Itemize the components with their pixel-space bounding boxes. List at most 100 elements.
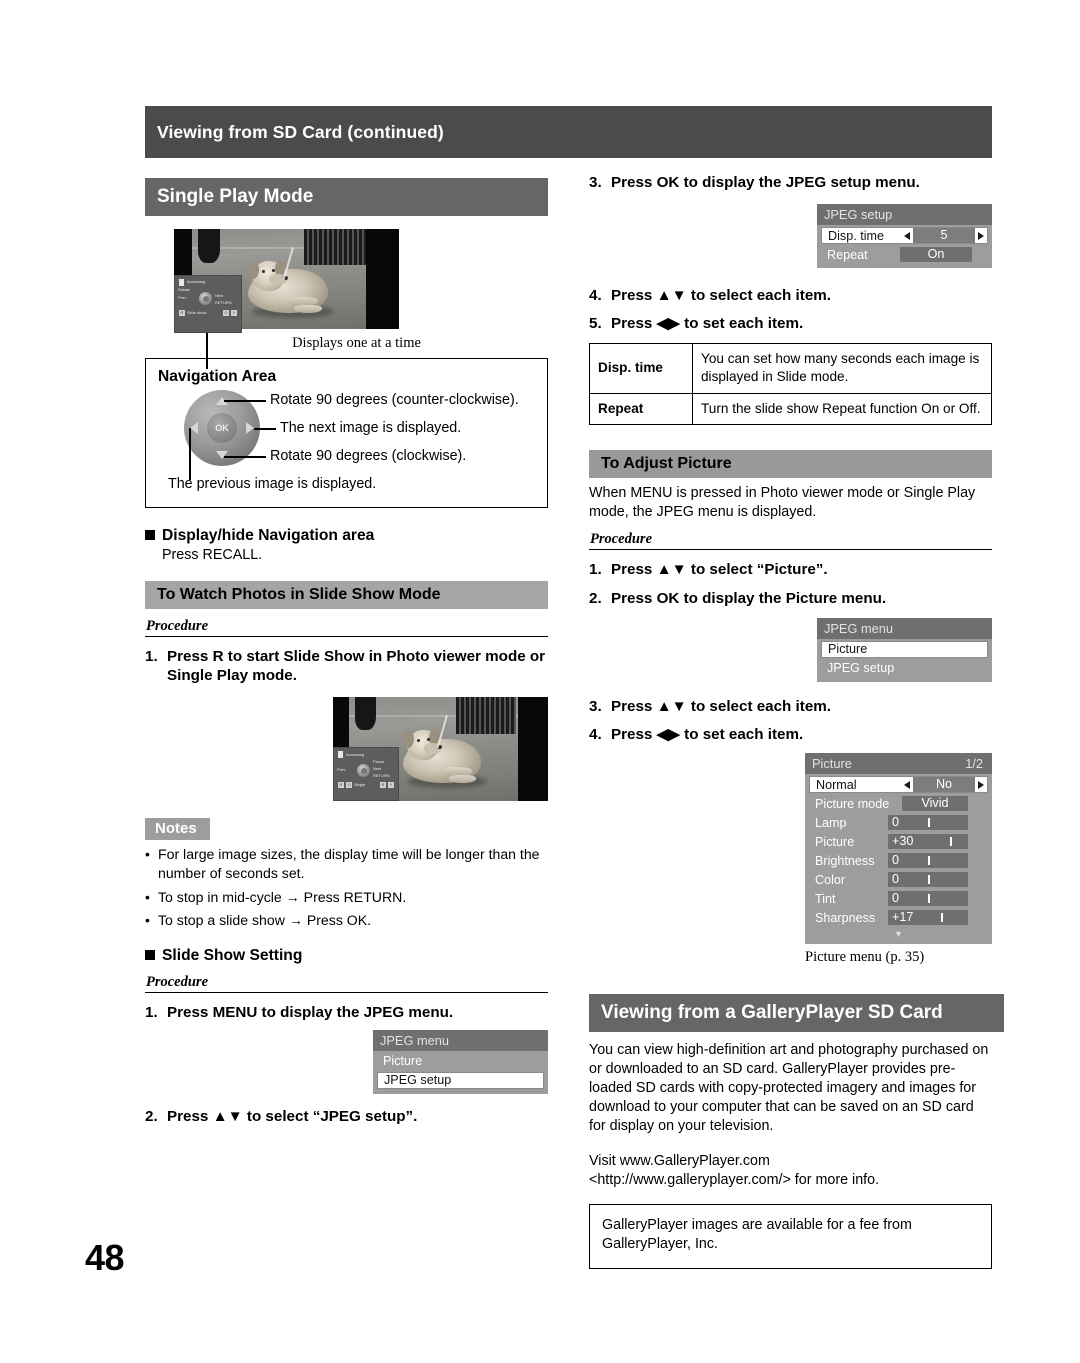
slider-thumb — [950, 837, 953, 846]
osd-row-picture-mode[interactable]: Picture mode Vivid — [809, 795, 988, 812]
leader-down — [224, 456, 266, 458]
osd-dpad-icon — [357, 764, 370, 778]
step-number: 3. — [589, 697, 602, 715]
display-hide-body: Press RECALL. — [162, 547, 263, 564]
slider-thumb — [928, 875, 930, 884]
jpeg-setup-step-5: 5. Press ◀▶ to set each item. — [589, 314, 992, 333]
osd-key-row: R Slide show G Y — [175, 310, 241, 319]
left-arrow-icon[interactable] — [904, 231, 910, 240]
figure-caption-picture-menu: Picture menu (p. 35) — [805, 949, 925, 965]
left-arrow-icon[interactable] — [904, 780, 910, 789]
gallery-player-visit-line-1: Visit www.GalleryPlayer.com — [589, 1153, 770, 1170]
bullet-dot-icon: • — [145, 912, 150, 929]
navigation-area-title: Navigation Area — [158, 368, 277, 386]
adjust-picture-step-3: 3. Press ▲▼ to select each item. — [589, 697, 992, 716]
note-item: • To stop a slide show → Press OK. — [145, 911, 548, 930]
step-text: Press ▲▼ to select each item. — [611, 287, 832, 305]
right-column: 3. Press OK to display the JPEG setup me… — [589, 173, 1004, 1269]
osd-title: JPEG setup — [817, 204, 992, 226]
step-number: 2. — [589, 589, 602, 607]
osd-dpad-region: Rotate Prev. Next RETURN — [175, 288, 241, 310]
osd-row-lamp[interactable]: Lamp 0 — [809, 814, 988, 831]
dpad-ok-label: OK — [207, 413, 237, 444]
osd-menu-item-picture[interactable]: Picture — [377, 1052, 544, 1070]
step-number: 3. — [589, 174, 602, 191]
osd-row-repeat[interactable]: Repeat On — [821, 246, 988, 264]
jpeg-setup-step-3: 3. Press OK to display the JPEG setup me… — [589, 173, 992, 192]
osd-row-picture[interactable]: Picture +30 — [809, 833, 988, 850]
osd-menu-item-picture[interactable]: Picture — [821, 640, 988, 658]
osd-jpeg-setup[interactable]: JPEG setup Disp. time 5 Repeat On — [817, 204, 992, 269]
table-row: Disp. time You can set how many seconds … — [589, 343, 992, 394]
osd-key-g: G — [223, 310, 229, 317]
display-hide-heading: Display/hide Navigation area — [145, 527, 548, 545]
osd-row-normal[interactable]: Normal No — [809, 776, 988, 793]
osd-return-label: RETURN — [215, 300, 232, 306]
osd-row-disp-time[interactable]: Disp. time 5 — [821, 227, 988, 245]
step-number: 5. — [589, 315, 602, 333]
section-header-slide-show: To Watch Photos in Slide Show Mode — [145, 581, 548, 610]
osd-item-label: Tint — [815, 891, 836, 906]
osd-item-label: Normal — [816, 777, 857, 792]
figure-caption-single-play: Displays one at a time — [292, 335, 421, 352]
osd-menu-item-jpeg-setup[interactable]: JPEG setup — [377, 1071, 544, 1089]
osd-slider-sharpness[interactable]: +17 — [888, 910, 968, 925]
table-cell-key: Repeat — [589, 392, 693, 426]
osd-jpeg-menu-right[interactable]: JPEG menu Picture JPEG setup — [817, 617, 992, 682]
osd-item-label: JPEG setup — [827, 661, 895, 676]
osd-picture-menu[interactable]: Picture 1/2 Normal No Picture mode Vivid… — [805, 753, 992, 944]
osd-slider-color[interactable]: 0 — [888, 872, 968, 887]
osd-prev-label: Prev. — [337, 767, 347, 773]
slide-show-setting-step-1: 1. Press MENU to display the JPEG menu. — [145, 1003, 548, 1022]
osd-row-tint[interactable]: Tint 0 — [809, 890, 988, 907]
osd-item-value: No — [913, 777, 975, 792]
osd-next-label: Next — [215, 293, 224, 299]
procedure-label-slide-show: Procedure — [145, 609, 548, 638]
osd-item-label: Brightness — [815, 853, 875, 868]
osd-row-sharpness[interactable]: Sharpness +17 — [809, 909, 988, 926]
page-number: 48 — [85, 1237, 125, 1278]
document-icon — [179, 279, 184, 287]
osd-slider-brightness[interactable]: 0 — [888, 853, 968, 868]
navigation-down-text: Rotate 90 degrees (clockwise). — [270, 448, 467, 465]
osd-item-label: Color — [815, 872, 846, 887]
osd-menu-item-jpeg-setup[interactable]: JPEG setup — [821, 659, 988, 677]
note-text: To stop in mid-cycle → Press RETURN. — [158, 888, 407, 905]
osd-slider-lamp[interactable]: 0 — [888, 815, 968, 830]
osd-slider-picture[interactable]: +30 — [888, 834, 968, 849]
osd-item-value: 0 — [892, 891, 900, 905]
osd-key-r: R — [179, 310, 185, 317]
osd-item-value: +30 — [892, 834, 914, 848]
osd-row-color[interactable]: Color 0 — [809, 871, 988, 888]
section-header-adjust-picture: To Adjust Picture — [589, 450, 992, 479]
osd-item-label: Picture — [815, 834, 855, 849]
right-arrow-icon[interactable] — [978, 231, 984, 240]
left-column: Single Play Mode Accessing Rotate Prev. … — [145, 178, 548, 1126]
osd-slider-tint[interactable]: 0 — [888, 891, 968, 906]
osd-more-indicator[interactable]: ▼ — [805, 929, 992, 939]
dpad-right-arrow-icon — [246, 422, 254, 435]
osd-item-label: Picture — [828, 642, 868, 657]
osd-status-label: Accessing — [346, 751, 365, 757]
slide-show-setting-title: Slide Show Setting — [162, 946, 303, 964]
procedure-label-adjust-picture: Procedure — [589, 522, 992, 551]
osd-jpeg-menu-left[interactable]: JPEG menu Picture JPEG setup — [373, 1029, 548, 1094]
step-number: 1. — [145, 1003, 158, 1021]
slide-show-setting-step-2: 2. Press ▲▼ to select “JPEG setup”. — [145, 1107, 548, 1126]
osd-key-r: R — [338, 782, 344, 789]
step-text: Press ◀▶ to set each item. — [611, 315, 804, 333]
note-item: • To stop in mid-cycle → Press RETURN. — [145, 888, 548, 907]
gallery-player-visit-line-2: <http://www.galleryplayer.com/> for more… — [589, 1172, 880, 1189]
osd-return-label: RETURN — [373, 773, 390, 779]
table-cell-desc: Turn the slide show Repeat function On o… — [692, 392, 992, 426]
jpeg-setup-description-table: Disp. time You can set how many seconds … — [589, 343, 992, 426]
leader-right — [254, 428, 276, 430]
right-arrow-icon[interactable] — [978, 780, 984, 789]
table-cell-key: Disp. time — [589, 343, 693, 394]
square-bullet-icon — [145, 530, 155, 541]
slide-show-step-1: 1. Press R to start Slide Show in Photo … — [145, 647, 548, 685]
osd-row-brightness[interactable]: Brightness 0 — [809, 852, 988, 869]
osd-key-b: B — [380, 782, 386, 789]
step-number: 1. — [589, 561, 602, 579]
document-icon — [338, 751, 343, 759]
